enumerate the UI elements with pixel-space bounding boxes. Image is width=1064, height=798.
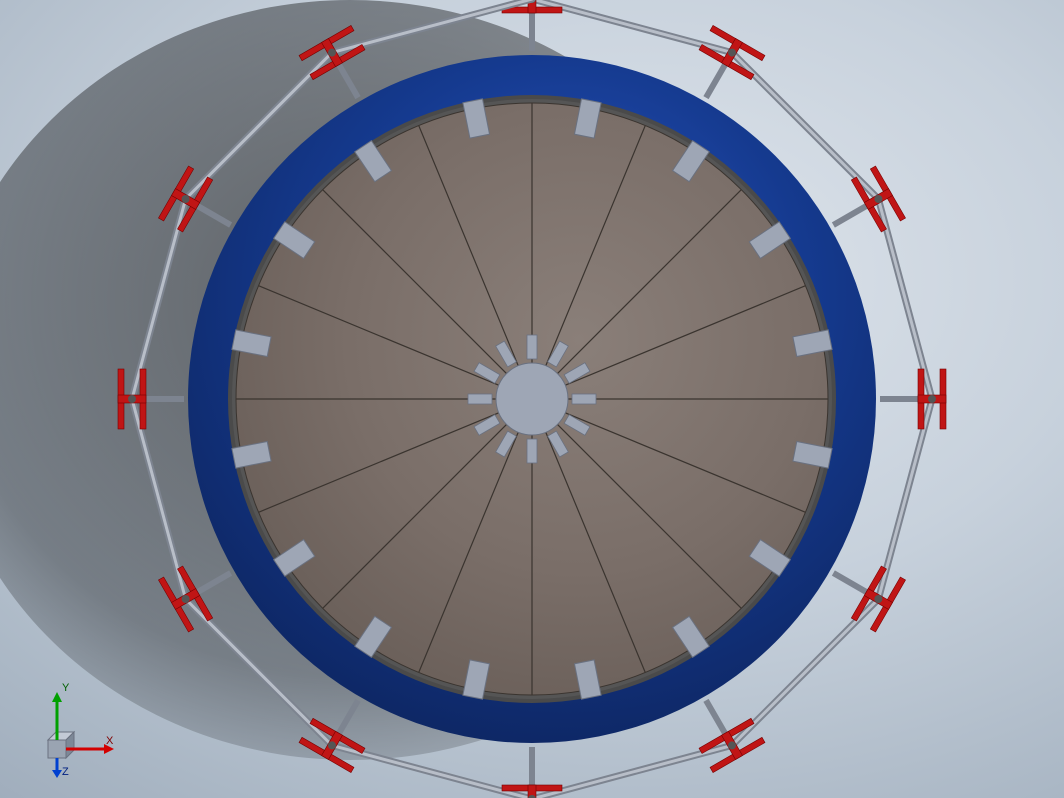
triad-origin	[48, 732, 74, 758]
orientation-triad[interactable]: X Y Z	[20, 684, 116, 780]
hub	[496, 363, 568, 435]
axis-y-label: Y	[62, 682, 69, 694]
hub-tooth	[527, 439, 537, 463]
model-scene	[0, 0, 1064, 798]
hub-tooth	[572, 394, 596, 404]
hub-tooth	[468, 394, 492, 404]
axis-x-label: X	[106, 735, 113, 747]
hub-tooth	[527, 335, 537, 359]
axis-z	[52, 758, 62, 778]
axis-z-label: Z	[62, 766, 69, 778]
cad-viewport[interactable]: X Y Z	[0, 0, 1064, 798]
